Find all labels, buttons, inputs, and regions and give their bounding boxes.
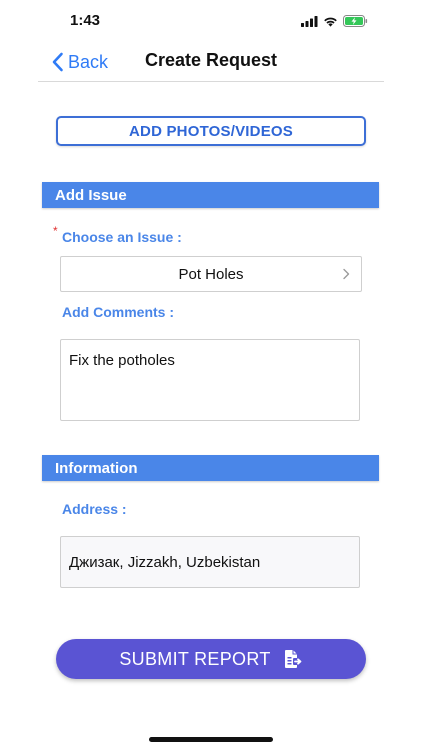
app-screen: 1:43 Back Create Request ADD PHOTOS/VIDE… xyxy=(38,0,384,750)
choose-issue-label: Choose an Issue : xyxy=(62,229,182,245)
issue-select[interactable]: Pot Holes xyxy=(60,256,362,292)
issue-selected-value: Pot Holes xyxy=(178,265,244,283)
status-bar: 1:43 xyxy=(38,0,384,44)
address-label: Address : xyxy=(62,501,127,517)
battery-charging-icon xyxy=(343,15,368,27)
navigation-bar: Back Create Request xyxy=(38,44,384,82)
status-icons xyxy=(301,13,368,29)
wifi-icon xyxy=(324,17,337,27)
chevron-right-icon xyxy=(343,268,350,280)
required-mark: * xyxy=(53,224,58,238)
cellular-signal-icon xyxy=(301,15,318,27)
submit-report-button[interactable]: SUBMIT REPORT xyxy=(56,639,366,679)
page-title: Create Request xyxy=(144,50,278,70)
home-indicator xyxy=(149,737,273,742)
status-time: 1:43 xyxy=(70,12,101,29)
add-photos-videos-button[interactable]: ADD PHOTOS/VIDEOS xyxy=(56,116,366,146)
submit-label: SUBMIT REPORT xyxy=(119,648,271,669)
comments-textarea[interactable]: Fix the potholes xyxy=(60,339,360,421)
section-header-add-issue: Add Issue xyxy=(42,182,379,208)
address-field[interactable]: Джизак, Jizzakh, Uzbekistan xyxy=(60,536,360,588)
add-comments-label: Add Comments : xyxy=(62,304,174,320)
section-header-information: Information xyxy=(42,455,379,481)
document-arrow-icon xyxy=(284,650,302,668)
